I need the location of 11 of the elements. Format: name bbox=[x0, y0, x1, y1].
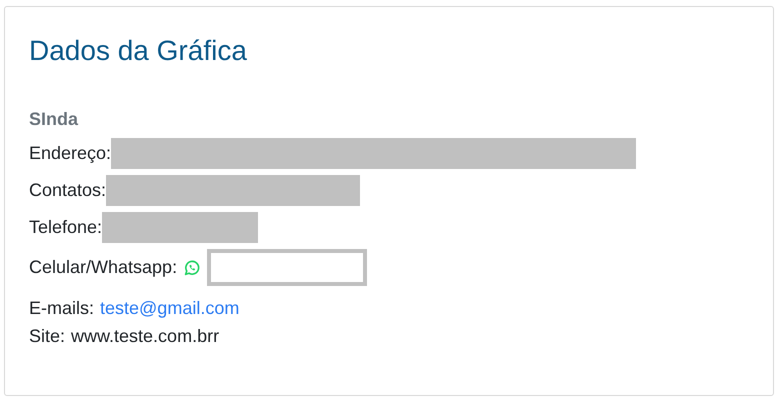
whatsapp-icon bbox=[183, 258, 202, 276]
field-label: Contatos: bbox=[29, 179, 106, 202]
card-title: Dados da Gráfica bbox=[29, 34, 248, 68]
email-link[interactable]: teste@gmail.com bbox=[100, 294, 240, 322]
field-label: E-mails: bbox=[29, 297, 94, 320]
field-label: Celular/Whatsapp: bbox=[29, 256, 178, 279]
website-text: www.teste.com.brr bbox=[71, 325, 220, 348]
field-label: Telefone: bbox=[29, 216, 102, 239]
field-label: Site: bbox=[29, 325, 66, 348]
field-label: Endereço: bbox=[29, 142, 112, 165]
company-name: SInda bbox=[29, 108, 80, 131]
